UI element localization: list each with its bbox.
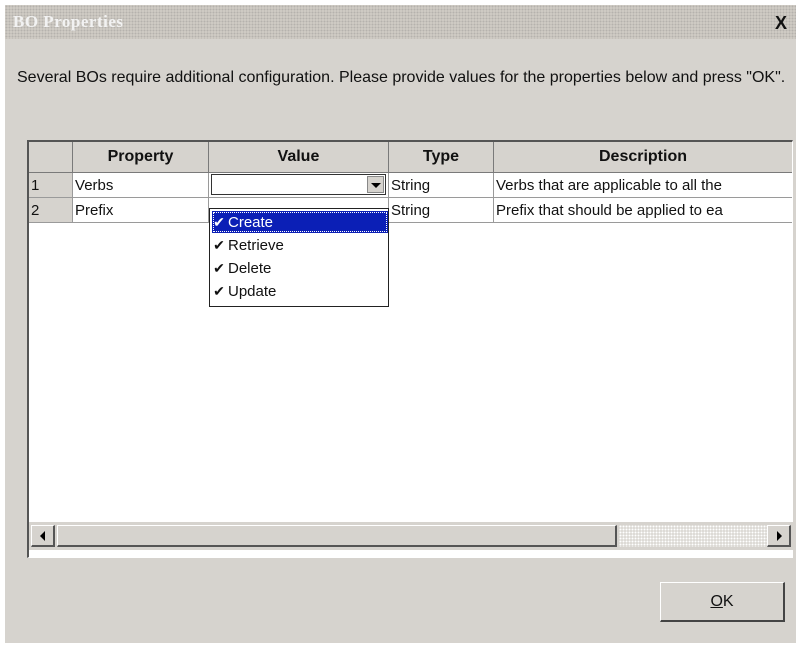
window-title: BO Properties: [13, 12, 124, 31]
properties-table: Property Value Type Description 1 Verbs: [29, 142, 792, 223]
option-label: Create: [228, 214, 274, 231]
checkmark-icon[interactable]: ✔: [212, 234, 226, 256]
description-cell[interactable]: Verbs that are applicable to all the: [493, 172, 792, 198]
option-label: Update: [228, 283, 277, 300]
dropdown-option-retrieve[interactable]: ✔ Retrieve: [212, 234, 388, 256]
checkmark-icon[interactable]: ✔: [212, 280, 226, 302]
horizontal-scrollbar[interactable]: [29, 522, 793, 550]
checkmark-icon[interactable]: ✔: [212, 211, 226, 233]
verbs-value-combobox[interactable]: [210, 174, 386, 195]
header-rownum: [29, 142, 74, 173]
scroll-left-icon[interactable]: [31, 525, 55, 547]
row-number: 2: [29, 197, 74, 223]
option-label: Retrieve: [228, 237, 284, 254]
close-icon[interactable]: X: [770, 12, 792, 34]
type-cell[interactable]: String: [388, 197, 495, 223]
bo-properties-dialog: BO Properties X Several BOs require addi…: [5, 5, 796, 643]
dropdown-option-update[interactable]: ✔ Update: [212, 280, 388, 302]
instruction-message: Several BOs require additional configura…: [17, 69, 786, 86]
ok-mnemonic: O: [710, 593, 723, 610]
description-cell[interactable]: Prefix that should be applied to ea: [493, 197, 792, 223]
value-cell[interactable]: [208, 172, 389, 198]
ok-label: K: [722, 593, 734, 610]
checkmark-icon[interactable]: ✔: [212, 257, 226, 279]
table-row[interactable]: 2 Prefix String Prefix that should be ap…: [29, 197, 792, 223]
verbs-dropdown-list: ✔ Create ✔ Retrieve ✔ Delete ✔ Update: [209, 208, 389, 307]
title-bar[interactable]: BO Properties X: [5, 5, 796, 39]
table-row[interactable]: 1 Verbs String Verbs that are applicable…: [29, 172, 792, 198]
scroll-right-icon[interactable]: [767, 525, 791, 547]
header-value[interactable]: Value: [208, 142, 389, 173]
header-type[interactable]: Type: [388, 142, 495, 173]
scrollbar-thumb[interactable]: [57, 525, 617, 547]
dropdown-option-delete[interactable]: ✔ Delete: [212, 257, 388, 279]
properties-grid: Property Value Type Description 1 Verbs: [27, 140, 793, 558]
option-label: Delete: [228, 260, 272, 277]
property-cell[interactable]: Verbs: [72, 172, 209, 198]
scrollbar-track[interactable]: [619, 525, 767, 547]
header-property[interactable]: Property: [72, 142, 209, 173]
row-number: 1: [29, 172, 74, 198]
header-description[interactable]: Description: [493, 142, 792, 173]
property-cell[interactable]: Prefix: [72, 197, 209, 223]
dropdown-option-create[interactable]: ✔ Create: [212, 211, 388, 233]
header-row: Property Value Type Description: [29, 142, 792, 173]
type-cell[interactable]: String: [388, 172, 495, 198]
dropdown-arrow-icon[interactable]: [366, 176, 384, 193]
ok-button[interactable]: OK: [660, 582, 785, 622]
